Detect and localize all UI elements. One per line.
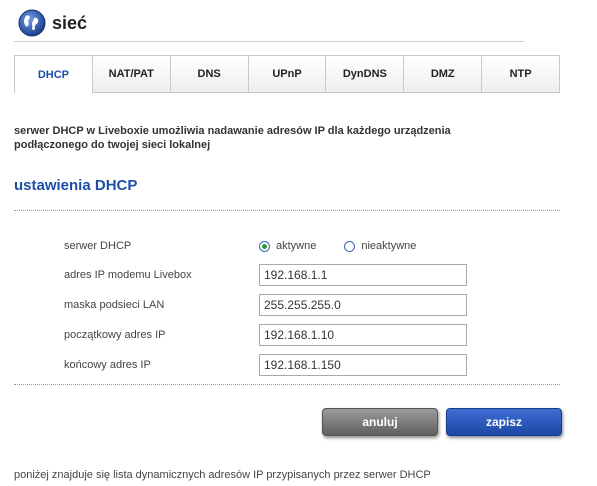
- tab-bar: DHCP NAT/PAT DNS UPnP DynDNS DMZ NTP: [14, 55, 560, 93]
- subnet-mask-label: maska podsieci LAN: [64, 299, 165, 311]
- end-ip-label: końcowy adres IP: [64, 359, 151, 371]
- tab-upnp[interactable]: UPnP: [247, 56, 326, 93]
- start-ip-label: początkowy adres IP: [64, 329, 166, 341]
- globe-icon: [18, 9, 46, 37]
- dhcp-server-row: serwer DHCP aktywne nieaktywne: [64, 235, 544, 257]
- radio-active-label: aktywne: [276, 240, 317, 252]
- tab-dns[interactable]: DNS: [169, 56, 248, 93]
- page-title: sieć: [52, 12, 88, 33]
- page-header: sieć: [18, 8, 87, 38]
- radio-inactive-label: nieaktywne: [361, 240, 417, 252]
- end-ip-field[interactable]: [259, 354, 467, 376]
- modem-ip-label: adres IP modemu Livebox: [64, 269, 192, 281]
- dhcp-server-label: serwer DHCP: [64, 240, 132, 252]
- intro-text: serwer DHCP w Liveboxie umożliwia nadawa…: [14, 124, 534, 152]
- tab-dhcp[interactable]: DHCP: [15, 56, 92, 93]
- save-button[interactable]: zapisz: [446, 408, 562, 436]
- radio-inactive[interactable]: [344, 240, 356, 252]
- tab-dyndns[interactable]: DynDNS: [325, 56, 404, 93]
- start-ip-row: początkowy adres IP: [64, 324, 544, 346]
- footer-text: poniżej znajduje się lista dynamicznych …: [14, 469, 431, 481]
- section-divider-top: [14, 210, 560, 211]
- start-ip-field[interactable]: [259, 324, 467, 346]
- tab-ntp[interactable]: NTP: [481, 56, 560, 93]
- radio-active[interactable]: [259, 240, 270, 252]
- section-divider-bottom: [14, 384, 560, 385]
- subnet-mask-field[interactable]: [259, 294, 467, 316]
- subnet-mask-row: maska podsieci LAN: [64, 294, 544, 316]
- dhcp-server-radio-group: aktywne nieaktywne: [259, 240, 416, 252]
- tab-dmz[interactable]: DMZ: [403, 56, 482, 93]
- end-ip-row: końcowy adres IP: [64, 354, 544, 376]
- modem-ip-field[interactable]: [259, 264, 467, 286]
- intro-line-2: podłączonego do twojej sieci lokalnej: [14, 139, 211, 151]
- tab-nat-pat[interactable]: NAT/PAT: [91, 56, 170, 93]
- intro-line-1: serwer DHCP w Liveboxie umożliwia nadawa…: [14, 125, 451, 137]
- modem-ip-row: adres IP modemu Livebox: [64, 264, 544, 286]
- header-divider: [14, 41, 524, 42]
- cancel-button[interactable]: anuluj: [322, 408, 438, 436]
- section-title: ustawienia DHCP: [14, 177, 138, 194]
